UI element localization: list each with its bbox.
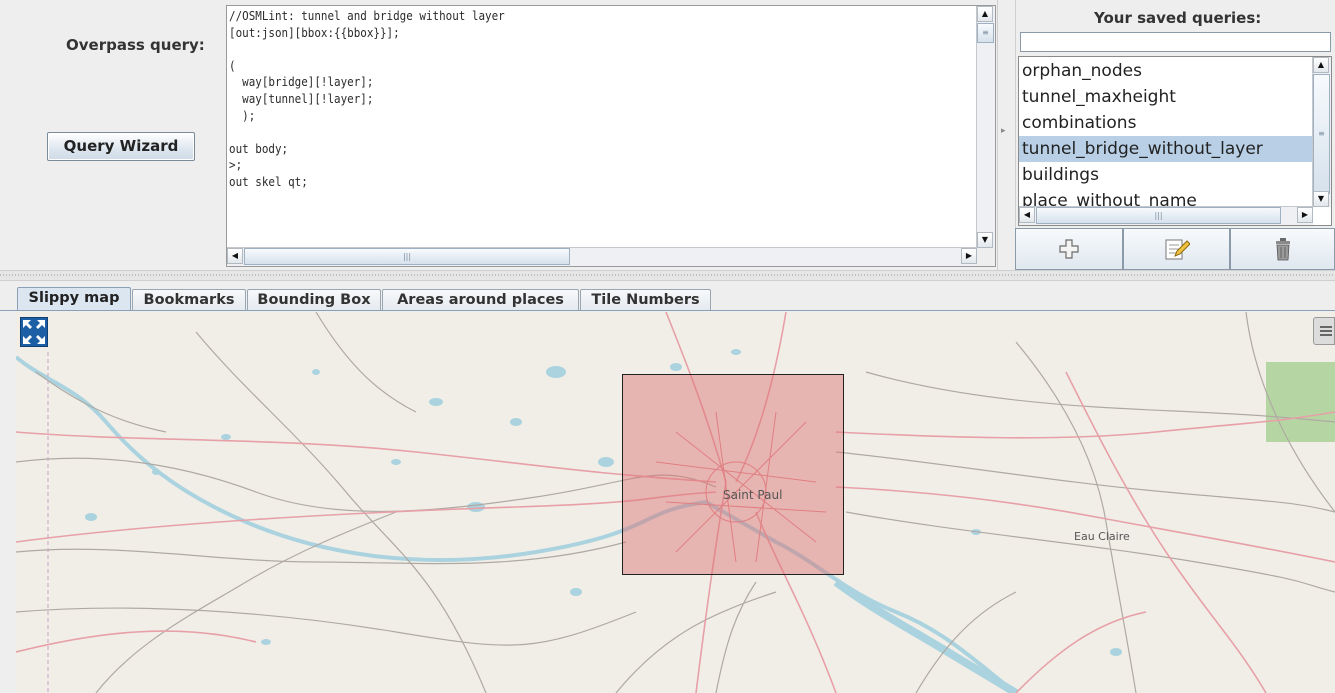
- horizontal-scroll-thumb[interactable]: |||: [244, 248, 570, 265]
- query-text[interactable]: //OSMLint: tunnel and bridge without lay…: [229, 8, 885, 246]
- tab-bounding-box[interactable]: Bounding Box: [247, 289, 381, 311]
- list-vertical-thumb[interactable]: ≡: [1313, 74, 1330, 194]
- tab-bar: Slippy map Bookmarks Bounding Box Areas …: [0, 287, 1335, 311]
- scroll-right-arrow-icon[interactable]: ▶: [1297, 207, 1313, 223]
- editor-vertical-scrollbar[interactable]: ▲ ≡ ▼: [976, 6, 995, 248]
- vertical-splitter[interactable]: ▸: [997, 0, 1016, 270]
- tab-slippy-map[interactable]: Slippy map: [17, 287, 131, 311]
- list-horizontal-scrollbar[interactable]: ◀ ||| ▶: [1019, 206, 1313, 225]
- saved-query-item[interactable]: combinations: [1019, 110, 1315, 136]
- scroll-left-arrow-icon[interactable]: ◀: [1019, 207, 1035, 223]
- saved-query-item[interactable]: tunnel_maxheight: [1019, 84, 1315, 110]
- query-editor[interactable]: //OSMLint: tunnel and bridge without lay…: [226, 5, 996, 267]
- saved-query-item[interactable]: orphan_nodes: [1019, 58, 1315, 84]
- selected-bounding-box[interactable]: [622, 374, 844, 575]
- saved-query-item[interactable]: buildings: [1019, 162, 1315, 188]
- saved-queries-list[interactable]: orphan_nodes tunnel_maxheight combinatio…: [1018, 56, 1332, 226]
- edit-icon: [1165, 239, 1190, 260]
- scroll-up-arrow-icon[interactable]: ▲: [1313, 57, 1329, 73]
- expand-arrows-icon: [23, 320, 45, 344]
- edit-query-button[interactable]: [1123, 228, 1230, 270]
- tab-bookmarks[interactable]: Bookmarks: [132, 289, 246, 311]
- editor-horizontal-scrollbar[interactable]: ◀ ||| ▶: [227, 247, 977, 266]
- list-vertical-scrollbar[interactable]: ▲ ≡ ▼: [1312, 57, 1331, 207]
- query-wizard-button[interactable]: Query Wizard: [47, 132, 195, 161]
- tab-areas-around-places[interactable]: Areas around places: [382, 289, 579, 311]
- scroll-corner: [977, 248, 995, 266]
- dialog-frame: Overpass query: Query Wizard //OSMLint: …: [0, 0, 1335, 693]
- slippy-map[interactable]: Saint Paul Eau Claire: [16, 312, 1335, 693]
- saved-query-item-selected[interactable]: tunnel_bridge_without_layer: [1019, 136, 1315, 162]
- scroll-down-arrow-icon[interactable]: ▼: [1313, 191, 1329, 207]
- horizontal-splitter[interactable]: [0, 270, 1335, 281]
- map-layers-button[interactable]: [1313, 317, 1335, 345]
- splitter-arrow-icon[interactable]: ▸: [1001, 126, 1006, 136]
- trash-icon: [1275, 238, 1290, 261]
- scroll-up-arrow-icon[interactable]: ▲: [977, 6, 993, 22]
- map-label-saint-paul: Saint Paul: [723, 488, 783, 502]
- plus-icon: [1059, 239, 1079, 259]
- tab-tile-numbers[interactable]: Tile Numbers: [580, 289, 711, 311]
- saved-queries-title: Your saved queries:: [1094, 9, 1262, 27]
- map-label-eau-claire: Eau Claire: [1074, 530, 1130, 543]
- list-horizontal-thumb[interactable]: |||: [1036, 207, 1281, 224]
- saved-queries-filter-input[interactable]: [1020, 32, 1331, 52]
- delete-query-button[interactable]: [1230, 228, 1335, 270]
- scroll-right-arrow-icon[interactable]: ▶: [961, 248, 977, 264]
- vertical-scroll-thumb[interactable]: ≡: [977, 23, 994, 43]
- tab-underline: [0, 310, 1335, 311]
- scroll-down-arrow-icon[interactable]: ▼: [977, 232, 993, 248]
- overpass-query-label: Overpass query:: [66, 36, 205, 54]
- scroll-left-arrow-icon[interactable]: ◀: [227, 248, 243, 264]
- add-query-button[interactable]: [1015, 228, 1123, 270]
- layers-icon: [1320, 326, 1332, 336]
- fullscreen-toggle-button[interactable]: [20, 317, 48, 347]
